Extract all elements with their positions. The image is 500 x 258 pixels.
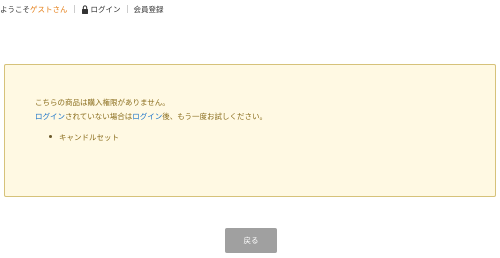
- header-bar: ようこそ ゲストさん ログイン 会員登録: [0, 0, 164, 18]
- header-divider: [126, 5, 128, 13]
- welcome-prefix: ようこそ: [0, 4, 30, 14]
- notice-login-link-2[interactable]: ログイン: [132, 112, 162, 121]
- login-instruction-end: 後、もう一度お試しください。: [162, 112, 268, 121]
- restricted-items-list: キャンドルセット: [49, 132, 119, 143]
- register-link[interactable]: 会員登録: [134, 4, 164, 15]
- lock-icon: [81, 4, 88, 14]
- list-item: キャンドルセット: [49, 132, 119, 143]
- guest-name: ゲストさん: [30, 4, 68, 14]
- login-link[interactable]: ログイン: [81, 4, 121, 15]
- back-button[interactable]: 戻る: [225, 228, 277, 253]
- login-link-label: ログイン: [90, 4, 121, 14]
- login-instruction-mid: されていない場合は: [65, 112, 133, 121]
- permission-notice: こちらの商品は購入権限がありません。 ログインされていない場合はログイン後、もう…: [4, 64, 496, 197]
- login-instruction: ログインされていない場合はログイン後、もう一度お試しください。: [35, 111, 267, 122]
- notice-login-link-1[interactable]: ログイン: [35, 112, 65, 121]
- header-divider: [73, 5, 75, 13]
- no-permission-message: こちらの商品は購入権限がありません。: [35, 98, 170, 107]
